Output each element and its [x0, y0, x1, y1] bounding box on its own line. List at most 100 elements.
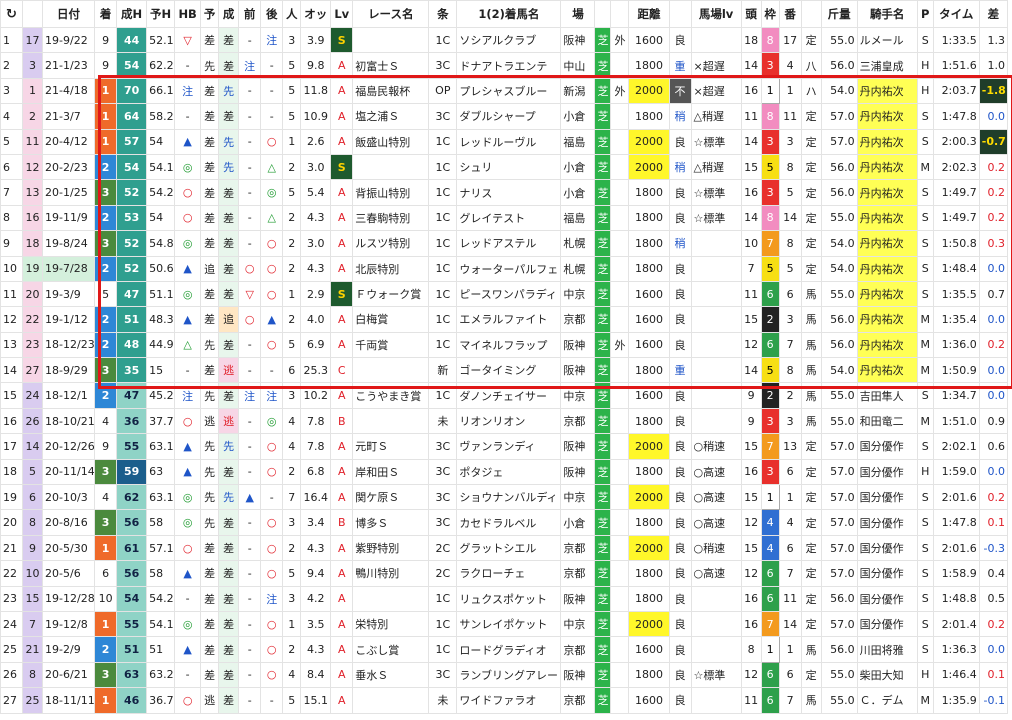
- column-header[interactable]: 差: [978, 0, 1009, 28]
- cell-no: 12: [0, 306, 24, 333]
- table-row[interactable]: 11 20 19-3/9 5 47 51.1 ◎ 差差 ▽ ○ 1 2.9 S Ｆウォーク賞 1C ピースワン…: [0, 280, 1009, 308]
- column-header[interactable]: レース名: [352, 0, 430, 28]
- table-row[interactable]: 13 23 18-12/23 2 48 44.9 △ 先差 - ○ 5 6.9 A 千両賞 1C マイネルフラ…: [0, 331, 1009, 359]
- table-row[interactable]: 8 16 19-11/9 2 53 54 ○ 差差 - △ 2 4.3 A 三春駒特別 1C グレイテスト 福島…: [0, 204, 1009, 232]
- table-row[interactable]: 9 18 19-8/24 3 52 54.8 ◎ 差差 - ○ 2 3.0 A ルスツ特別 1C レッドアステ…: [0, 230, 1009, 257]
- column-header[interactable]: 成: [218, 0, 240, 28]
- column-header[interactable]: 騎手名: [856, 0, 918, 28]
- cell-horse: ナリス: [456, 179, 562, 206]
- column-header[interactable]: 枠: [760, 0, 780, 28]
- cell-race: 飯盛山特別: [352, 128, 430, 155]
- cell-kin: 55.0: [820, 382, 858, 409]
- cell-mae: -: [238, 636, 262, 663]
- table-row[interactable]: 20 8 20-8/16 3 56 58 ◎ 先差 - ○ 3 3.4 B 博多Ｓ 3C カセドラルベル 小倉芝…: [0, 509, 1009, 536]
- table-row[interactable]: 15 24 18-12/1 2 47 45.2 注先差注注 3 10.2 A こうやまき賞 1C ダノン…: [0, 382, 1009, 409]
- cell-hb: -: [174, 661, 202, 689]
- table-row[interactable]: 12 22 19-1/12 2 51 48.3 ▲ 差追 ○ ▲ 2 4.0 A 白梅賞 1C エメラルファイ…: [0, 306, 1009, 333]
- table-row[interactable]: 10 19 19-7/28 2 52 50.6 ▲ 追差 ○ ○ 2 4.3 A 北辰特別 1C ウォーターパ…: [0, 255, 1009, 282]
- cell-p: S: [916, 610, 934, 638]
- refresh-icon[interactable]: ↻: [0, 0, 24, 28]
- cell-date: 21-1/23: [42, 52, 96, 79]
- column-header[interactable]: 馬場lv: [690, 0, 742, 28]
- table-row[interactable]: 25 21 19-2/9 2 51 51 ▲ 差差 - ○ 2 4.3 A こぶし賞 1C ロードグラディオ京…: [0, 636, 1009, 663]
- column-header[interactable]: 成H: [116, 0, 148, 28]
- column-header[interactable]: 1(2)着馬名: [456, 0, 562, 28]
- column-header[interactable]: [22, 0, 44, 28]
- column-header[interactable]: 条: [428, 0, 458, 28]
- table-row[interactable]: 21 9 20-5/30 1 61 57.1 ○ 差差 - ○ 2 4.3 A 紫野特別 2C グラットシエル…: [0, 534, 1009, 562]
- cell-dist: 2000: [628, 610, 670, 638]
- column-header[interactable]: 予H: [146, 0, 176, 28]
- column-header[interactable]: [800, 0, 822, 28]
- cell-diff: 0.0: [978, 255, 1009, 282]
- column-header[interactable]: 日付: [42, 0, 96, 28]
- column-header[interactable]: 番: [778, 0, 802, 28]
- table-row[interactable]: 19 6 20-10/3 4 62 63.1 ◎ 先先 ▲ -7 16.4 A 関ケ原Ｓ 3C ショウナンバ…: [0, 484, 1009, 511]
- column-header[interactable]: P: [916, 0, 934, 28]
- cell-no: 9: [0, 230, 24, 257]
- column-header[interactable]: 予: [200, 0, 220, 28]
- cell-mae: -: [238, 407, 262, 435]
- cell-going: 良: [668, 560, 692, 587]
- cell-yh: 45.2: [146, 382, 176, 409]
- cell-yh: 54.2: [146, 179, 176, 206]
- cell-sex: 馬: [800, 407, 822, 435]
- table-row[interactable]: 18 5 20-11/14 3 59 63 ▲ 先差 - ○ 2 6.8 A 岸和田Ｓ 3C ポタジェ 阪神芝 1…: [0, 458, 1009, 486]
- cell-lv: S: [330, 153, 354, 181]
- table-row[interactable]: 3 1 21-4/18 1 70 66.1 注差先 - -5 11.8 A 福島民報杯 OP プレシャスブ…: [0, 77, 1009, 105]
- table-row[interactable]: 17 14 20-12/26 9 55 63.1 ▲ 先先 - ○ 4 7.8 A 元町Ｓ 3C ヴァンランデ…: [0, 433, 1009, 460]
- column-header[interactable]: [594, 0, 612, 28]
- table-row[interactable]: 23 15 19-12/28 10 54 54.2- 差差 - 注 3 4.2 A 1C リュクスポケット…: [0, 585, 1009, 612]
- column-header[interactable]: 後: [260, 0, 284, 28]
- cell-fin: 2: [94, 204, 118, 232]
- table-row[interactable]: 27 25 18-11/11 1 46 36.7 ○ 逃差 - -5 15.1 A 未ワイドファラオ 京都…: [0, 687, 1009, 714]
- cell-yo: 先: [200, 433, 220, 460]
- cell-mae: ▽: [238, 280, 262, 308]
- cell-dist: 1800: [628, 407, 670, 435]
- cell-sei: 差: [218, 103, 240, 130]
- cell-place: 阪神: [560, 357, 596, 384]
- column-header[interactable]: 着: [94, 0, 118, 28]
- column-header[interactable]: オッ: [300, 0, 332, 28]
- table-row[interactable]: 1 17 19-9/22 9 44 52.1 ▽ 差差 - 注 3 3.9 S 1C ソシアルクラブ 阪神芝外…: [0, 26, 1009, 54]
- column-header[interactable]: 距離: [628, 0, 670, 28]
- table-row[interactable]: 2 3 21-1/23 9 54 62.2- 先差注 -5 9.8 A 初富士Ｓ 3C ドナアトラエンテ…: [0, 52, 1009, 79]
- column-header[interactable]: HB: [174, 0, 202, 28]
- cell-place: 阪神: [560, 661, 596, 689]
- table-row[interactable]: 22 10 20-5/6 6 56 58 ▲ 差差 - ○ 5 9.4 A 鴨川特別 2C ラクローチェ 京都芝…: [0, 560, 1009, 587]
- cell-ato: ○: [260, 128, 284, 155]
- table-row[interactable]: 7 13 20-1/25 3 52 54.2 ○ 差差 - ◎ 5 5.4 A 背振山特別 1C ナリス 小倉芝…: [0, 179, 1009, 206]
- cell-time: 1:34.7: [932, 382, 980, 409]
- cell-jockey: 丹内祐次: [856, 153, 918, 181]
- cell-mae: -: [238, 585, 262, 612]
- column-header[interactable]: [668, 0, 692, 28]
- table-row[interactable]: 5 11 20-4/12 1 57 54 ▲ 差先 - ○ 1 2.6 A 飯盛山特別 1C レッドルーヴル福…: [0, 128, 1009, 155]
- column-header[interactable]: 人: [282, 0, 302, 28]
- column-header[interactable]: [610, 0, 630, 28]
- column-header[interactable]: 斤量: [820, 0, 858, 28]
- cell-going: 良: [668, 280, 692, 308]
- table-row[interactable]: 26 8 20-6/21 3 63 63.2- 差差 - ○ 4 8.4 A 垂水Ｓ 3C ランブリングアレ…: [0, 661, 1009, 689]
- table-row[interactable]: 24 7 19-12/8 1 55 54.1 ◎ 差差 - ○ 1 3.5 A 栄特別 1C サンレイポケット…: [0, 610, 1009, 638]
- cell-pop: 5: [282, 331, 302, 359]
- cell-cond: 1C: [428, 280, 458, 308]
- table-row[interactable]: 14 27 18-9/29 3 35 15- 差逃 - -6 25.3 C 新ゴータイミング 阪神芝 18…: [0, 357, 1009, 384]
- cell-pop: 2: [282, 636, 302, 663]
- cell-yo: 差: [200, 534, 220, 562]
- table-row[interactable]: 16 26 18-10/21 4 36 37.7 ○ 逃逃 - ◎ 4 7.8 B 未リオンリオン 京都芝 1…: [0, 407, 1009, 435]
- column-header[interactable]: 場: [560, 0, 596, 28]
- cell-going: 良: [668, 204, 692, 232]
- cell-jockey: 国分優作: [856, 458, 918, 486]
- column-header[interactable]: 頭: [740, 0, 762, 28]
- cell-waku: 3: [760, 128, 780, 155]
- table-row[interactable]: 4 2 21-3/7 1 64 58.2- 差差 - -5 10.9 A 塩之浦Ｓ 3C ダブルシャープ小…: [0, 103, 1009, 130]
- cell-io: [610, 306, 630, 333]
- cell-no: 4: [0, 103, 24, 130]
- column-header[interactable]: 前: [238, 0, 262, 28]
- cell-yh: 44.9: [146, 331, 176, 359]
- table-row[interactable]: 6 12 20-2/23 2 54 54.1 ◎ 差先 - △ 2 3.0 S 1C シュリ 小倉芝 2000 稍…: [0, 153, 1009, 181]
- column-header[interactable]: タイム: [932, 0, 980, 28]
- cell-mae: ○: [238, 255, 262, 282]
- column-header[interactable]: Lv: [330, 0, 354, 28]
- cell-io: [610, 280, 630, 308]
